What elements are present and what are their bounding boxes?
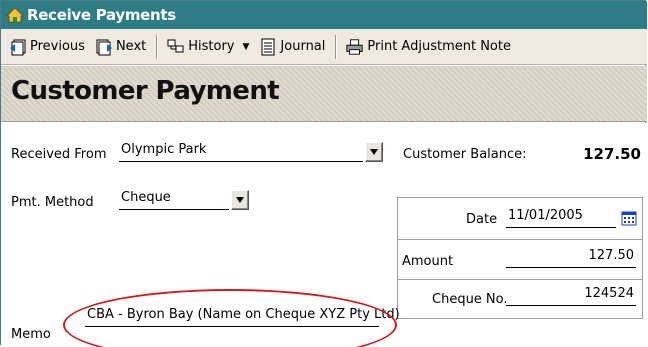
pmt-method-label: Pmt. Method (11, 195, 94, 210)
cheque-no-field[interactable]: 124524 (506, 286, 636, 306)
app-house-icon (5, 5, 25, 25)
history-dropdown-icon[interactable]: ▼ (243, 42, 250, 52)
previous-label: Previous (30, 39, 85, 54)
date-field[interactable]: 11/01/2005 (506, 208, 616, 228)
history-label: History (188, 39, 235, 54)
journal-button[interactable]: Journal (255, 34, 329, 60)
print-adjustment-note-label: Print Adjustment Note (367, 39, 511, 54)
journal-icon (259, 38, 277, 56)
chevron-down-icon (236, 197, 244, 203)
next-label: Next (115, 39, 147, 54)
received-from-dropdown-button[interactable] (365, 142, 383, 162)
received-from-field[interactable]: Olympic Park (119, 142, 363, 162)
receive-payments-window: Receive Payments Previous Next History ▼… (0, 0, 647, 347)
title-bar: Receive Payments (1, 1, 647, 29)
header-band: Customer Payment (1, 66, 647, 122)
next-button[interactable]: Next (91, 34, 150, 60)
cheque-no-row: Cheque No. 124524 (398, 280, 642, 318)
cheque-no-label: Cheque No. (432, 292, 508, 307)
window-title: Receive Payments (27, 6, 176, 24)
print-adjustment-note-button[interactable]: Print Adjustment Note (342, 34, 515, 60)
toolbar-separator (335, 34, 337, 59)
customer-balance-label: Customer Balance: (403, 147, 527, 162)
history-icon (167, 38, 185, 56)
received-from-label: Received From (11, 147, 107, 162)
date-label: Date (466, 212, 498, 227)
calendar-button[interactable] (620, 209, 638, 227)
memo-field[interactable]: CBA - Byron Bay (Name on Cheque XYZ Pty … (85, 307, 400, 327)
date-row: Date 11/01/2005 (398, 198, 642, 240)
next-icon (95, 38, 113, 56)
pmt-method-dropdown-button[interactable] (231, 190, 249, 210)
journal-label: Journal (280, 39, 326, 54)
amount-field[interactable]: 127.50 (506, 248, 636, 268)
history-button[interactable]: History ▼ (163, 34, 255, 60)
customer-balance-value: 127.50 (583, 145, 641, 163)
toolbar-separator (156, 34, 158, 59)
amount-row: Amount 127.50 (398, 240, 642, 280)
page-title: Customer Payment (11, 76, 280, 106)
amount-label: Amount (402, 254, 454, 269)
previous-button[interactable]: Previous (5, 34, 89, 60)
memo-label: Memo (11, 327, 51, 342)
pmt-method-field[interactable]: Cheque (119, 190, 229, 210)
payment-details-grid: Date 11/01/2005 Amount 127.50 Cheque No.… (397, 197, 643, 319)
calendar-icon (621, 211, 637, 226)
previous-icon (9, 38, 27, 56)
chevron-down-icon (370, 149, 378, 155)
printer-icon (346, 38, 364, 56)
toolbar: Previous Next History ▼ Journal Print Ad… (1, 29, 647, 65)
payment-form: Received From Olympic Park Customer Bala… (1, 123, 647, 347)
